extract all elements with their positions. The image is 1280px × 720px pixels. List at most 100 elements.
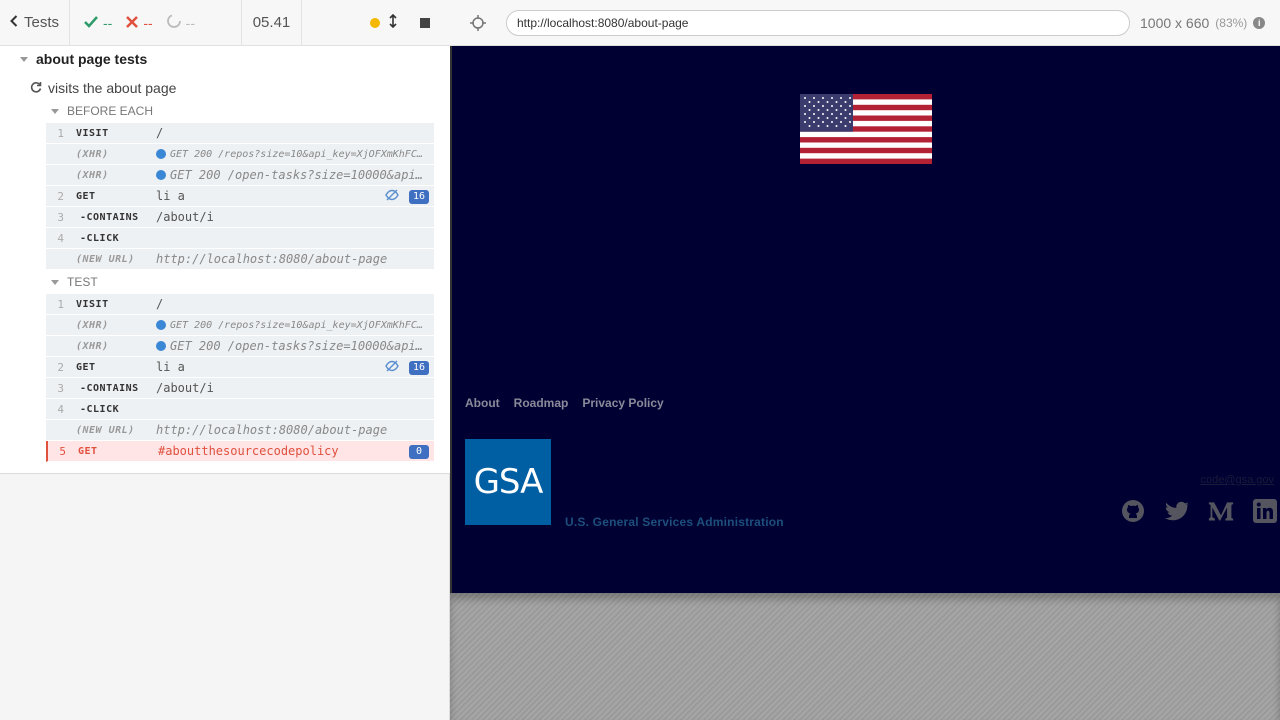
running-indicator-icon (370, 17, 380, 28)
failed-count: -- (143, 14, 153, 31)
gsa-name-link[interactable]: U.S. General Services Administration (565, 515, 784, 529)
command-message-text: GET 200 /open-tasks?size=10000&api… (170, 339, 423, 353)
command-row[interactable]: 4 -CLICK (46, 228, 434, 249)
suite-title-text: about page tests (36, 51, 148, 67)
suite-title[interactable]: about page tests (20, 51, 147, 67)
footer-links: About Roadmap Privacy Policy (465, 396, 664, 410)
command-number: 2 (57, 189, 64, 203)
caret-down-icon (51, 108, 59, 114)
command-message: / (156, 126, 434, 140)
command-name: -CLICK (80, 232, 120, 244)
stop-button[interactable] (420, 17, 430, 28)
twitter-icon[interactable] (1164, 498, 1190, 524)
test-hook-title[interactable]: TEST (51, 275, 98, 289)
xhr-status-icon (156, 320, 166, 330)
contact-email-link[interactable]: code@gsa.gov (1200, 474, 1274, 486)
command-number: 1 (57, 126, 64, 140)
viewport-size: 1000 x 660 (1140, 14, 1210, 31)
pending-stat: -- (166, 14, 195, 31)
command-row[interactable]: 2 GET li a 16 (46, 357, 434, 378)
command-row[interactable]: 4 -CLICK (46, 399, 434, 420)
footer-link-roadmap[interactable]: Roadmap (514, 396, 569, 410)
command-name: (XHR) (76, 319, 109, 331)
command-row[interactable]: 3 -CONTAINS/about/i (46, 378, 434, 399)
chevron-left-icon (10, 14, 18, 31)
command-row[interactable]: 2 GET li a 16 (46, 186, 434, 207)
command-row[interactable]: (XHR) GET 200 /repos?size=10&api_key=XjOF… (46, 315, 434, 336)
command-row[interactable]: (NEW URL) http://localhost:8080/about-pag… (46, 420, 434, 441)
command-name: GET (78, 445, 98, 457)
before-each-hook-title[interactable]: BEFORE EACH (51, 104, 153, 118)
command-name: VISIT (76, 298, 109, 310)
command-message-text: #aboutthesourcecodepolicy (158, 444, 339, 458)
selector-playground-button[interactable] (450, 14, 506, 31)
command-message: /about/i (156, 381, 434, 395)
caret-down-icon (51, 279, 59, 285)
passed-count: -- (103, 14, 113, 31)
test-stats: -- -- -- (70, 0, 242, 46)
command-number: 1 (57, 297, 64, 311)
command-row[interactable]: 3 -CONTAINS/about/i (46, 207, 434, 228)
hook-label: TEST (67, 275, 98, 289)
xhr-status-icon (156, 170, 166, 180)
command-meta: 16 (385, 186, 429, 207)
command-message-text: / (156, 297, 164, 311)
test-title-text: visits the about page (48, 80, 177, 96)
reporter-panel: Tests -- -- -- 05.41 about page tests vi… (0, 0, 450, 720)
info-icon: i (1253, 16, 1266, 29)
command-message: http://localhost:8080/about-page (156, 423, 434, 437)
xhr-status-icon (156, 341, 166, 351)
element-count-badge: 0 (409, 444, 429, 459)
pending-count: -- (185, 14, 195, 31)
command-name: -CONTAINS (80, 382, 139, 394)
before-each-commands: 1 VISIT / (XHR) GET 200 /repos?size=10&api_k… (46, 123, 434, 270)
command-row[interactable]: 5 GET #aboutthesourcecodepolicy 0 (46, 441, 434, 462)
command-message-text: li a (156, 189, 185, 203)
test-title[interactable]: visits the about page (30, 80, 176, 96)
refresh-icon (30, 80, 42, 96)
social-links (1120, 498, 1278, 524)
linkedin-icon[interactable] (1252, 498, 1278, 524)
viewport-info[interactable]: 1000 x 660 (83%) i (1140, 14, 1266, 31)
command-row[interactable]: (NEW URL) http://localhost:8080/about-pag… (46, 249, 434, 270)
tests-label: Tests (24, 14, 60, 31)
command-row[interactable]: 1 VISIT / (46, 123, 434, 144)
us-flag-image (800, 94, 932, 164)
footer-link-about[interactable]: About (465, 396, 500, 410)
command-row[interactable]: (XHR) GET 200 /open-tasks?size=10000&api… (46, 336, 434, 357)
command-number: 5 (59, 444, 66, 458)
cypress-runner: Tests -- -- -- 05.41 about page tests vi… (0, 0, 1280, 720)
command-number: 2 (57, 360, 64, 374)
command-message: /about/i (156, 210, 434, 224)
command-message-text: GET 200 /repos?size=10&api_key=XjOFXmKhF… (170, 148, 423, 160)
footer-link-privacy-policy[interactable]: Privacy Policy (582, 396, 663, 410)
command-row[interactable]: (XHR) GET 200 /open-tasks?size=10000&api… (46, 165, 434, 186)
check-icon (84, 15, 98, 31)
eye-slash-icon (385, 360, 399, 375)
scroll-arrows-icon (389, 13, 397, 28)
command-message: GET 200 /open-tasks?size=10000&api… (156, 168, 434, 182)
aut-background (450, 593, 1280, 720)
medium-icon[interactable] (1208, 498, 1234, 524)
command-row[interactable]: (XHR) GET 200 /repos?size=10&api_key=XjOF… (46, 144, 434, 165)
command-message: #aboutthesourcecodepolicy (158, 444, 434, 458)
command-number: 4 (57, 231, 64, 245)
command-row[interactable]: 1 VISIT / (46, 294, 434, 315)
command-message-text: / (156, 126, 164, 140)
hook-label: BEFORE EACH (67, 104, 154, 118)
command-number: 3 (57, 210, 64, 224)
auto-scroll-toggle[interactable] (388, 13, 398, 32)
url-bar[interactable]: http://localhost:8080/about-page (506, 9, 1130, 36)
command-name: VISIT (76, 127, 109, 139)
github-icon[interactable] (1120, 498, 1146, 524)
tests-back-button[interactable]: Tests (0, 0, 70, 46)
command-message: http://localhost:8080/about-page (156, 252, 434, 266)
duration-timer: 05.41 (242, 0, 302, 46)
command-message-text: http://localhost:8080/about-page (156, 252, 388, 266)
gsa-logo[interactable]: GSA (465, 439, 551, 525)
x-icon (126, 15, 139, 31)
command-name: (NEW URL) (76, 424, 135, 436)
command-message-text: GET 200 /repos?size=10&api_key=XjOFXmKhF… (170, 319, 423, 331)
command-name: -CLICK (80, 403, 120, 415)
test-commands: 1 VISIT / (XHR) GET 200 /repos?size=10&api_k… (46, 294, 434, 462)
